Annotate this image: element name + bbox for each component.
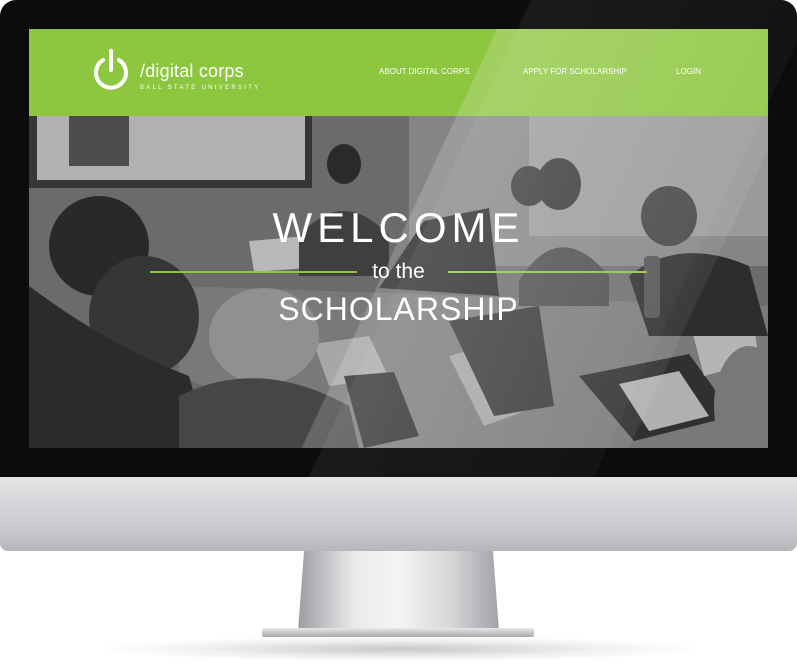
power-icon	[94, 48, 128, 90]
logo-name: /digital corps	[140, 61, 244, 81]
nav-apply-for-scholarship[interactable]: APPLY FOR SCHOLARSHIP	[523, 67, 627, 76]
monitor-base	[262, 628, 534, 637]
screen: /digital corps BALL STATE UNIVERSITY ABO…	[29, 29, 768, 448]
hero-title-scholarship: SCHOLARSHIP	[278, 291, 519, 327]
stand-shadow	[95, 636, 705, 662]
site-header: /digital corps BALL STATE UNIVERSITY ABO…	[29, 29, 768, 116]
site-logo[interactable]: /digital corps BALL STATE UNIVERSITY	[91, 48, 271, 98]
monitor-stand	[298, 551, 499, 631]
nav-login[interactable]: LOGIN	[676, 67, 701, 76]
logo-subtitle: BALL STATE UNIVERSITY	[140, 85, 261, 91]
nav-about-digital-corps[interactable]: ABOUT DIGITAL CORPS	[379, 67, 470, 76]
hero-title-welcome: WELCOME	[272, 204, 525, 251]
monitor-chin	[0, 477, 797, 551]
hero-subtitle-to-the: to the	[372, 260, 425, 283]
